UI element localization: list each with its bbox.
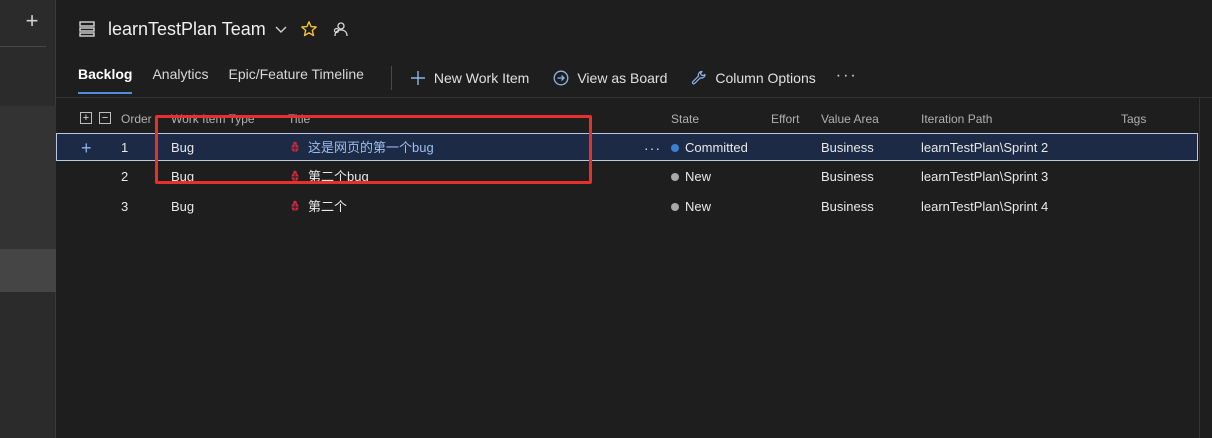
team-members-icon[interactable] — [332, 21, 348, 37]
column-header-effort[interactable]: Effort — [771, 110, 799, 128]
column-header-tags[interactable]: Tags — [1121, 110, 1146, 128]
column-options-button[interactable]: Column Options — [691, 62, 816, 94]
rail-divider — [0, 46, 46, 47]
bug-icon — [291, 141, 299, 152]
state-dot-icon — [671, 173, 679, 181]
view-as-board-label: View as Board — [577, 70, 668, 86]
state-label: New — [685, 199, 712, 214]
row-more-icon[interactable]: ··· — [644, 134, 661, 162]
rail-section[interactable] — [0, 106, 56, 249]
work-item-type-cell: Bug — [171, 140, 195, 155]
value-area-cell: Business — [821, 169, 874, 184]
chevron-down-icon[interactable] — [274, 22, 288, 36]
order-cell: 1 — [121, 140, 129, 155]
order-cell: 3 — [121, 199, 129, 214]
bug-icon — [291, 200, 299, 211]
add-icon[interactable]: + — [22, 10, 42, 32]
column-header-iteration-path[interactable]: Iteration Path — [921, 110, 992, 128]
tab-analytics[interactable]: Analytics — [152, 58, 208, 98]
panel-edge — [1199, 98, 1200, 438]
pivot-bar: Backlog Analytics Epic/Feature Timeline … — [78, 58, 858, 98]
state-cell: Committed — [671, 134, 748, 162]
add-child-icon[interactable]: + — [81, 134, 92, 162]
rail-section-selected[interactable] — [0, 249, 56, 292]
column-header-work-item-type[interactable]: Work Item Type — [171, 110, 255, 128]
column-header-state[interactable]: State — [671, 110, 699, 128]
work-item-type-cell: Bug — [171, 199, 195, 214]
iteration-path-cell: learnTestPlan\Sprint 4 — [921, 199, 1049, 214]
state-dot-icon — [671, 144, 679, 152]
state-label: Committed — [685, 140, 748, 155]
table-row[interactable]: 2 Bug 第二个bug New Business learnTestPlan\… — [56, 163, 1198, 191]
tab-epic-feature-timeline[interactable]: Epic/Feature Timeline — [229, 58, 364, 98]
bug-icon — [291, 170, 299, 181]
table-row[interactable]: + 1 Bug 这是网页的第一个bug ··· Committed Busine… — [56, 133, 1198, 161]
state-cell: New — [671, 163, 711, 191]
value-area-cell: Business — [821, 199, 874, 214]
value-area-cell: Business — [821, 140, 874, 155]
title-link[interactable]: 这是网页的第一个bug — [308, 140, 434, 155]
new-work-item-label: New Work Item — [433, 70, 530, 86]
table-row[interactable]: 3 Bug 第二个 New Business learnTestPlan\Spr… — [56, 193, 1198, 221]
column-header-order[interactable]: Order — [121, 110, 152, 128]
title-cell[interactable]: 这是网页的第一个bug — [289, 134, 434, 162]
more-actions-icon[interactable]: ··· — [836, 62, 858, 94]
star-icon[interactable] — [300, 20, 318, 38]
iteration-path-cell: learnTestPlan\Sprint 3 — [921, 169, 1049, 184]
title-link[interactable]: 第二个 — [308, 199, 347, 214]
plus-icon — [410, 71, 425, 85]
state-dot-icon — [671, 203, 679, 211]
collapse-all-button[interactable]: − — [99, 112, 111, 124]
title-cell[interactable]: 第二个bug — [289, 163, 369, 191]
state-label: New — [685, 169, 712, 184]
iteration-path-cell: learnTestPlan\Sprint 2 — [921, 140, 1049, 155]
expand-all-button[interactable]: + — [80, 112, 92, 124]
column-header-value-area[interactable]: Value Area — [821, 110, 879, 128]
work-item-type-cell: Bug — [171, 169, 195, 184]
page-header: learnTestPlan Team — [78, 14, 348, 44]
team-name[interactable]: learnTestPlan Team — [108, 19, 266, 40]
column-header-title[interactable]: Title — [288, 110, 310, 128]
tab-backlog[interactable]: Backlog — [78, 58, 133, 98]
state-cell: New — [671, 193, 711, 221]
backlog-icon — [79, 21, 95, 37]
header-divider — [56, 97, 1212, 98]
wrench-icon — [692, 70, 706, 85]
title-cell[interactable]: 第二个 — [289, 193, 347, 221]
order-cell: 2 — [121, 169, 129, 184]
left-rail: + — [0, 0, 56, 438]
new-work-item-button[interactable]: New Work Item — [410, 62, 529, 94]
toolbar-divider — [390, 66, 392, 90]
arrow-circle-icon — [553, 70, 569, 86]
column-options-label: Column Options — [715, 70, 816, 86]
title-link[interactable]: 第二个bug — [308, 169, 369, 184]
view-as-board-button[interactable]: View as Board — [553, 62, 667, 94]
